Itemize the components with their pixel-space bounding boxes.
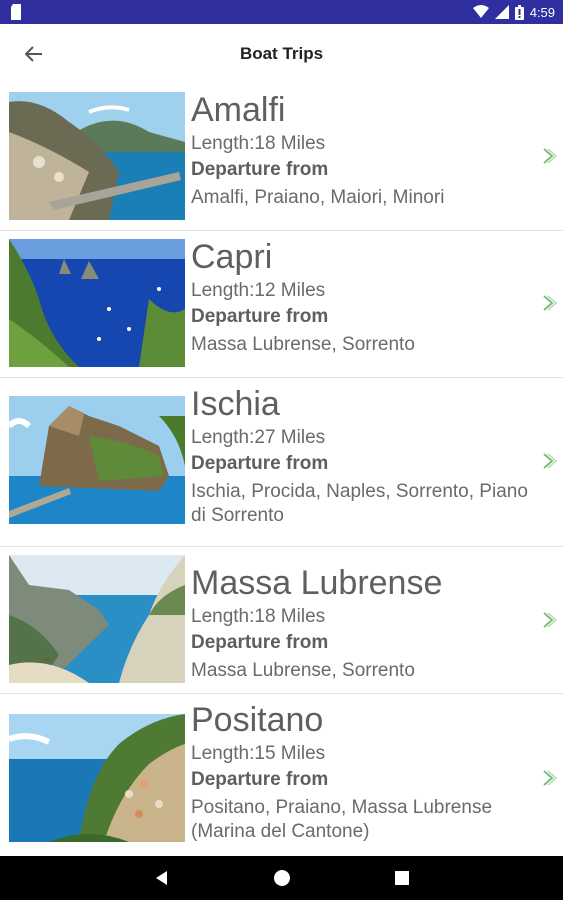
battery-icon (514, 4, 524, 20)
trip-item-positano[interactable]: Positano Length:15 Miles Departure from … (0, 694, 563, 856)
trip-list[interactable]: Amalfi Length:18 Miles Departure from Am… (0, 84, 563, 856)
trip-title: Positano (191, 701, 324, 739)
departure-label: Departure from (191, 632, 329, 653)
trip-length: Length:15 Miles (191, 743, 326, 764)
trip-length: Length:12 Miles (191, 280, 326, 301)
status-bar: 4:59 (0, 0, 563, 24)
departure-label: Departure from (191, 769, 329, 790)
departure-label: Departure from (191, 159, 329, 180)
departure-places: Ischia, Procida, Naples, Sorrento, Piano… (191, 481, 528, 526)
app-bar: Boat Trips (0, 24, 563, 84)
departure-label: Departure from (191, 306, 329, 327)
trip-title: Capri (191, 238, 273, 276)
trip-title: Ischia (191, 385, 280, 423)
trip-title: Amalfi (191, 91, 286, 129)
trip-text: Amalfi Length:18 Miles Departure from Am… (191, 90, 531, 210)
trip-length: Length:18 Miles (191, 133, 326, 154)
departure-places: Massa Lubrense, Sorrento (191, 334, 415, 355)
trip-length: Length:18 Miles (191, 606, 326, 627)
home-circle-icon[interactable] (272, 868, 292, 888)
chevron-right-icon (543, 453, 558, 469)
back-triangle-icon[interactable] (152, 868, 172, 888)
status-time: 4:59 (529, 4, 555, 20)
wifi-icon (472, 5, 489, 18)
system-nav-bar (0, 856, 563, 900)
chevron-right-icon (543, 612, 558, 628)
trip-image-amalfi (9, 92, 185, 220)
trip-text: Ischia Length:27 Miles Departure from Is… (191, 384, 531, 528)
departure-label: Departure from (191, 453, 329, 474)
trip-image-ischia (9, 396, 185, 524)
chevron-right-icon (543, 295, 558, 311)
trip-length: Length:27 Miles (191, 427, 326, 448)
trip-item-amalfi[interactable]: Amalfi Length:18 Miles Departure from Am… (0, 84, 563, 231)
back-button[interactable] (18, 38, 50, 70)
chevron-right-icon (543, 770, 558, 786)
chevron-right-icon (543, 148, 558, 164)
trip-image-massa-lubrense (9, 555, 185, 683)
trip-title: Massa Lubrense (191, 564, 443, 602)
trip-text: Massa Lubrense Length:18 Miles Departure… (191, 563, 531, 683)
trip-item-massa-lubrense[interactable]: Massa Lubrense Length:18 Miles Departure… (0, 547, 563, 694)
trip-text: Positano Length:15 Miles Departure from … (191, 700, 531, 844)
trip-image-positano (9, 714, 185, 842)
departure-places: Amalfi, Praiano, Maiori, Minori (191, 187, 445, 208)
recents-square-icon[interactable] (392, 868, 412, 888)
trip-item-capri[interactable]: Capri Length:12 Miles Departure from Mas… (0, 231, 563, 378)
departure-places: Positano, Praiano, Massa Lubrense (Marin… (191, 797, 493, 842)
trip-image-capri (9, 239, 185, 367)
trip-text: Capri Length:12 Miles Departure from Mas… (191, 237, 531, 357)
status-icons: 4:59 (472, 0, 555, 24)
sd-card-icon (11, 4, 21, 20)
arrow-left-icon (25, 46, 42, 62)
page-title: Boat Trips (239, 44, 324, 63)
trip-item-ischia[interactable]: Ischia Length:27 Miles Departure from Is… (0, 378, 563, 547)
cell-signal-icon (494, 5, 509, 19)
departure-places: Massa Lubrense, Sorrento (191, 660, 415, 681)
